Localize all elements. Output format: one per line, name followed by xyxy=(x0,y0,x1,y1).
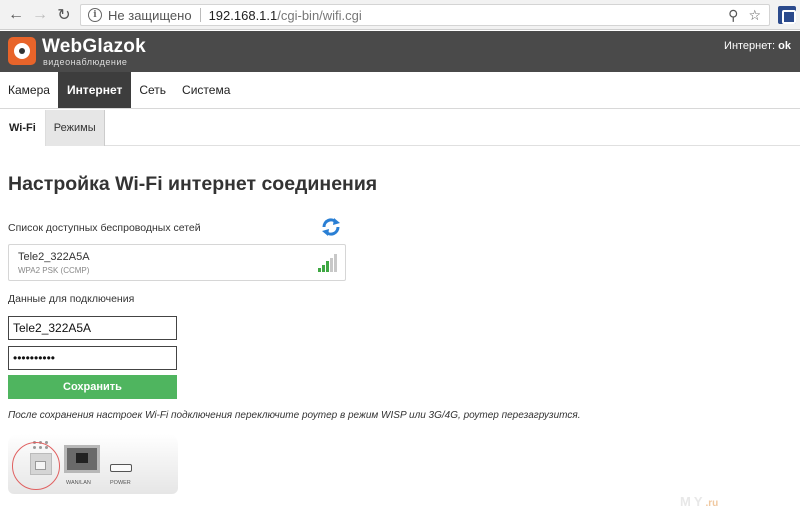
tab-wifi[interactable]: Wi-Fi xyxy=(0,110,45,146)
highlight-circle xyxy=(12,442,60,490)
signal-bar xyxy=(330,257,333,272)
reload-icon[interactable]: ↻ xyxy=(54,5,74,25)
connection-data-label: Данные для подключения xyxy=(8,293,135,305)
tab-modes[interactable]: Режимы xyxy=(44,110,105,146)
watermark-suffix: .ru xyxy=(705,498,719,509)
refresh-icon[interactable] xyxy=(320,216,342,238)
main-nav: Камера Интернет Сеть Система xyxy=(0,72,800,109)
instruction-note: После сохранения настроек Wi-Fi подключе… xyxy=(8,410,581,421)
forward-arrow-icon[interactable]: → xyxy=(30,5,50,25)
insecure-label: Не защищено xyxy=(108,7,192,23)
key-icon[interactable]: ⚲ xyxy=(728,7,738,24)
logo-title[interactable]: WebGlazok xyxy=(42,36,146,58)
internet-status: Интернет: ok xyxy=(724,40,791,52)
signal-bar xyxy=(334,254,337,272)
power-label: POWER xyxy=(110,480,131,486)
info-icon[interactable]: i xyxy=(88,8,102,22)
nav-item-network[interactable]: Сеть xyxy=(131,72,174,108)
extension-icon[interactable] xyxy=(778,6,796,24)
internet-status-label: Интернет: xyxy=(724,40,776,52)
save-button[interactable]: Сохранить xyxy=(8,375,177,399)
network-ssid: Tele2_322A5A xyxy=(18,251,90,263)
network-list-item[interactable]: Tele2_322A5A WPA2 PSK (CCMP) xyxy=(8,244,346,281)
address-bar[interactable]: i Не защищено 192.168.1.1/cgi-bin/wifi.c… xyxy=(80,4,770,26)
page-title: Настройка Wi-Fi интернет соединения xyxy=(8,173,378,195)
router-image: WAN/LAN POWER xyxy=(8,434,178,494)
watermark-text: MY xyxy=(680,494,706,509)
url-host: 192.168.1.1 xyxy=(208,7,278,23)
password-input[interactable] xyxy=(8,346,177,370)
back-arrow-icon[interactable]: ← xyxy=(6,5,26,25)
networks-list-label: Список доступных беспроводных сетей xyxy=(8,222,201,234)
watermark: MY.ru xyxy=(680,494,718,509)
ssid-input[interactable] xyxy=(8,316,177,340)
wan-lan-label: WAN/LAN xyxy=(66,480,91,486)
address-divider xyxy=(199,8,201,22)
internet-status-value: ok xyxy=(778,40,791,52)
signal-bar xyxy=(318,268,321,272)
logo-subtitle: видеонаблюдение xyxy=(43,57,128,67)
url-path: /cgi-bin/wifi.cgi xyxy=(277,7,362,23)
sub-tabs: Wi-Fi Режимы xyxy=(0,110,800,146)
site-header: WebGlazok видеонаблюдение Интернет: ok xyxy=(0,31,800,72)
signal-bar xyxy=(322,264,325,272)
logo-eye-icon[interactable] xyxy=(8,37,36,65)
signal-bar xyxy=(326,261,329,272)
nav-item-camera[interactable]: Камера xyxy=(0,72,58,108)
signal-strength-icon xyxy=(318,254,338,272)
star-icon[interactable]: ☆ xyxy=(748,7,761,24)
browser-toolbar: ← → ↻ i Не защищено 192.168.1.1/cgi-bin/… xyxy=(0,0,800,30)
network-security: WPA2 PSK (CCMP) xyxy=(18,266,90,275)
usb-port xyxy=(110,464,132,472)
nav-item-internet[interactable]: Интернет xyxy=(57,72,132,108)
nav-item-system[interactable]: Система xyxy=(174,72,238,108)
ethernet-port xyxy=(64,445,100,473)
